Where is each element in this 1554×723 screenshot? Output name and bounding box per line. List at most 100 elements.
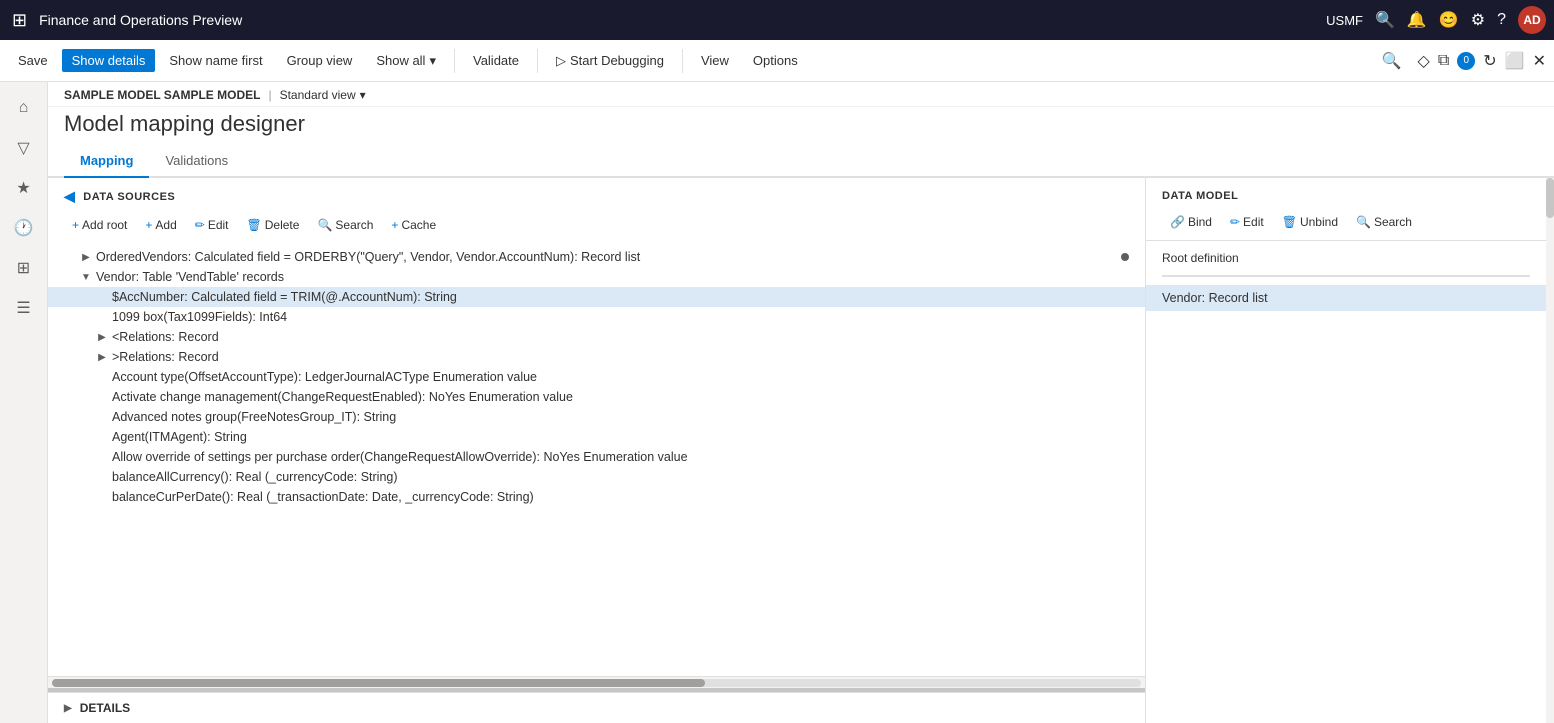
tab-validations[interactable]: Validations — [149, 145, 244, 178]
group-view-button[interactable]: Group view — [277, 49, 363, 72]
tab-mapping[interactable]: Mapping — [64, 145, 149, 178]
root-separator — [1162, 275, 1530, 277]
expand-icon — [96, 311, 108, 323]
dm-tree-item-vendor[interactable]: Vendor: Record list — [1146, 285, 1546, 311]
refresh-icon[interactable]: ↻ — [1483, 51, 1496, 71]
right-scroll-thumb[interactable] — [1546, 178, 1554, 218]
tree-item[interactable]: balanceCurPerDate(): Real (_transactionD… — [48, 487, 1145, 507]
diamond-icon[interactable]: ◇ — [1418, 51, 1430, 71]
toolbar-sep-3 — [682, 49, 683, 73]
scroll-track[interactable] — [52, 679, 1141, 687]
plus-icon: + — [72, 218, 79, 232]
edit-dm-button[interactable]: ✏ Edit — [1222, 212, 1272, 232]
pencil-icon: ✏ — [195, 218, 205, 232]
collapse-icon[interactable]: ◀ — [64, 188, 75, 205]
data-model-header: DATA MODEL — [1146, 178, 1546, 208]
sidebar-item-star[interactable]: ★ — [6, 170, 42, 206]
app-title: Finance and Operations Preview — [39, 12, 1318, 28]
sidebar-item-grid[interactable]: ⊞ — [6, 250, 42, 286]
unbind-icon: 🗑 — [1282, 215, 1297, 229]
show-name-first-button[interactable]: Show name first — [159, 49, 272, 72]
validate-button[interactable]: Validate — [463, 49, 529, 72]
sidebar-item-home[interactable]: ⌂ — [6, 90, 42, 126]
sidebar-item-clock[interactable]: 🕐 — [6, 210, 42, 246]
face-icon[interactable]: 😊 — [1439, 10, 1459, 30]
maximize-icon[interactable]: ⬜ — [1505, 51, 1525, 71]
show-details-button[interactable]: Show details — [62, 49, 156, 72]
tree-item[interactable]: ▶ OrderedVendors: Calculated field = ORD… — [48, 247, 1145, 267]
expand-icon: ▶ — [96, 351, 108, 363]
tree-item[interactable]: ▼ Vendor: Table 'VendTable' records — [48, 267, 1145, 287]
horizontal-scrollbar[interactable] — [48, 676, 1145, 688]
expand-icon: ▼ — [80, 271, 92, 283]
view-button[interactable]: View — [691, 49, 739, 72]
top-bar-right-section: USMF 🔍 🔔 😊 ⚙ ? AD — [1326, 6, 1546, 34]
data-model-toolbar: 🔗 Bind ✏ Edit 🗑 Unbind 🔍 Search — [1146, 208, 1546, 241]
expand-icon — [96, 451, 108, 463]
tree-item[interactable]: Activate change management(ChangeRequest… — [48, 387, 1145, 407]
help-icon[interactable]: ? — [1497, 11, 1506, 29]
add-root-button[interactable]: + Add root — [64, 215, 135, 235]
start-debugging-button[interactable]: ▷ Start Debugging — [546, 49, 674, 73]
grid-menu-icon[interactable]: ⊞ — [8, 6, 31, 35]
window-icon[interactable]: ⧉ — [1438, 52, 1449, 70]
expand-icon: ▶ — [96, 331, 108, 343]
show-all-label: Show all — [376, 53, 425, 68]
dot-indicator — [1121, 253, 1129, 261]
expand-icon — [96, 391, 108, 403]
bell-icon[interactable]: 🔔 — [1407, 10, 1427, 30]
sidebar-item-list[interactable]: ☰ — [6, 290, 42, 326]
trash-icon: 🗑 — [247, 218, 262, 232]
toolbar-sep-2 — [537, 49, 538, 73]
chevron-down-icon: ▾ — [360, 88, 366, 102]
tree-item[interactable]: Account type(OffsetAccountType): LedgerJ… — [48, 367, 1145, 387]
bind-button[interactable]: 🔗 Bind — [1162, 212, 1220, 232]
right-scrollbar[interactable] — [1546, 178, 1554, 723]
main-layout: ⌂ ▽ ★ 🕐 ⊞ ☰ SAMPLE MODEL SAMPLE MODEL | … — [0, 82, 1554, 723]
search-icon-2: 🔍 — [317, 218, 332, 232]
badge-icon: 0 — [1457, 52, 1475, 70]
tree-item[interactable]: Allow override of settings per purchase … — [48, 447, 1145, 467]
tree-item[interactable]: Agent(ITMAgent): String — [48, 427, 1145, 447]
settings-icon[interactable]: ⚙ — [1471, 10, 1485, 30]
scroll-thumb[interactable] — [52, 679, 705, 687]
main-content: ◀ DATA SOURCES + Add root + Add ✏ Edit — [48, 178, 1554, 723]
tree-item[interactable]: balanceAllCurrency(): Real (_currencyCod… — [48, 467, 1145, 487]
expand-icon — [96, 491, 108, 503]
tree-item[interactable]: Advanced notes group(FreeNotesGroup_IT):… — [48, 407, 1145, 427]
avatar[interactable]: AD — [1518, 6, 1546, 34]
plus-icon-2: + — [145, 218, 152, 232]
unbind-button[interactable]: 🗑 Unbind — [1274, 212, 1346, 232]
details-section[interactable]: ▶ DETAILS — [48, 692, 1145, 723]
link-icon: 🔗 — [1170, 215, 1185, 229]
add-button[interactable]: + Add — [137, 215, 184, 235]
edit-button[interactable]: ✏ Edit — [187, 215, 237, 235]
data-sources-panel: ◀ DATA SOURCES + Add root + Add ✏ Edit — [48, 178, 1146, 723]
data-sources-tree: ▶ OrderedVendors: Calculated field = ORD… — [48, 243, 1145, 676]
breadcrumb-view[interactable]: Standard view ▾ — [280, 88, 366, 102]
plus-icon-3: + — [391, 218, 398, 232]
close-icon[interactable]: ✕ — [1533, 51, 1546, 71]
save-button[interactable]: Save — [8, 49, 58, 72]
tree-item[interactable]: ▶ <Relations: Record — [48, 327, 1145, 347]
options-button[interactable]: Options — [743, 49, 808, 72]
tree-item[interactable]: ▶ >Relations: Record — [48, 347, 1145, 367]
page-title: Model mapping designer — [48, 107, 1554, 145]
root-definition-label: Root definition — [1146, 241, 1546, 271]
search-button[interactable]: 🔍 Search — [309, 215, 381, 235]
cache-button[interactable]: + Cache — [383, 215, 444, 235]
tree-item[interactable]: 1099 box(Tax1099Fields): Int64 — [48, 307, 1145, 327]
debug-icon: ▷ — [556, 53, 566, 69]
data-model-panel: DATA MODEL 🔗 Bind ✏ Edit 🗑 Unbind — [1146, 178, 1546, 723]
toolbar-search-icon[interactable]: 🔍 — [1374, 47, 1410, 75]
sidebar-item-filter[interactable]: ▽ — [6, 130, 42, 166]
tree-item-selected[interactable]: $AccNumber: Calculated field = TRIM(@.Ac… — [48, 287, 1145, 307]
data-sources-toolbar: + Add root + Add ✏ Edit 🗑 Delete — [48, 211, 1145, 243]
breadcrumb: SAMPLE MODEL SAMPLE MODEL | Standard vie… — [48, 82, 1554, 107]
delete-button[interactable]: 🗑 Delete — [239, 215, 308, 235]
show-all-button[interactable]: Show all ▾ — [366, 49, 446, 73]
search-icon[interactable]: 🔍 — [1375, 10, 1395, 30]
expand-icon — [96, 471, 108, 483]
expand-icon: ▶ — [80, 251, 92, 263]
search-dm-button[interactable]: 🔍 Search — [1348, 212, 1420, 232]
